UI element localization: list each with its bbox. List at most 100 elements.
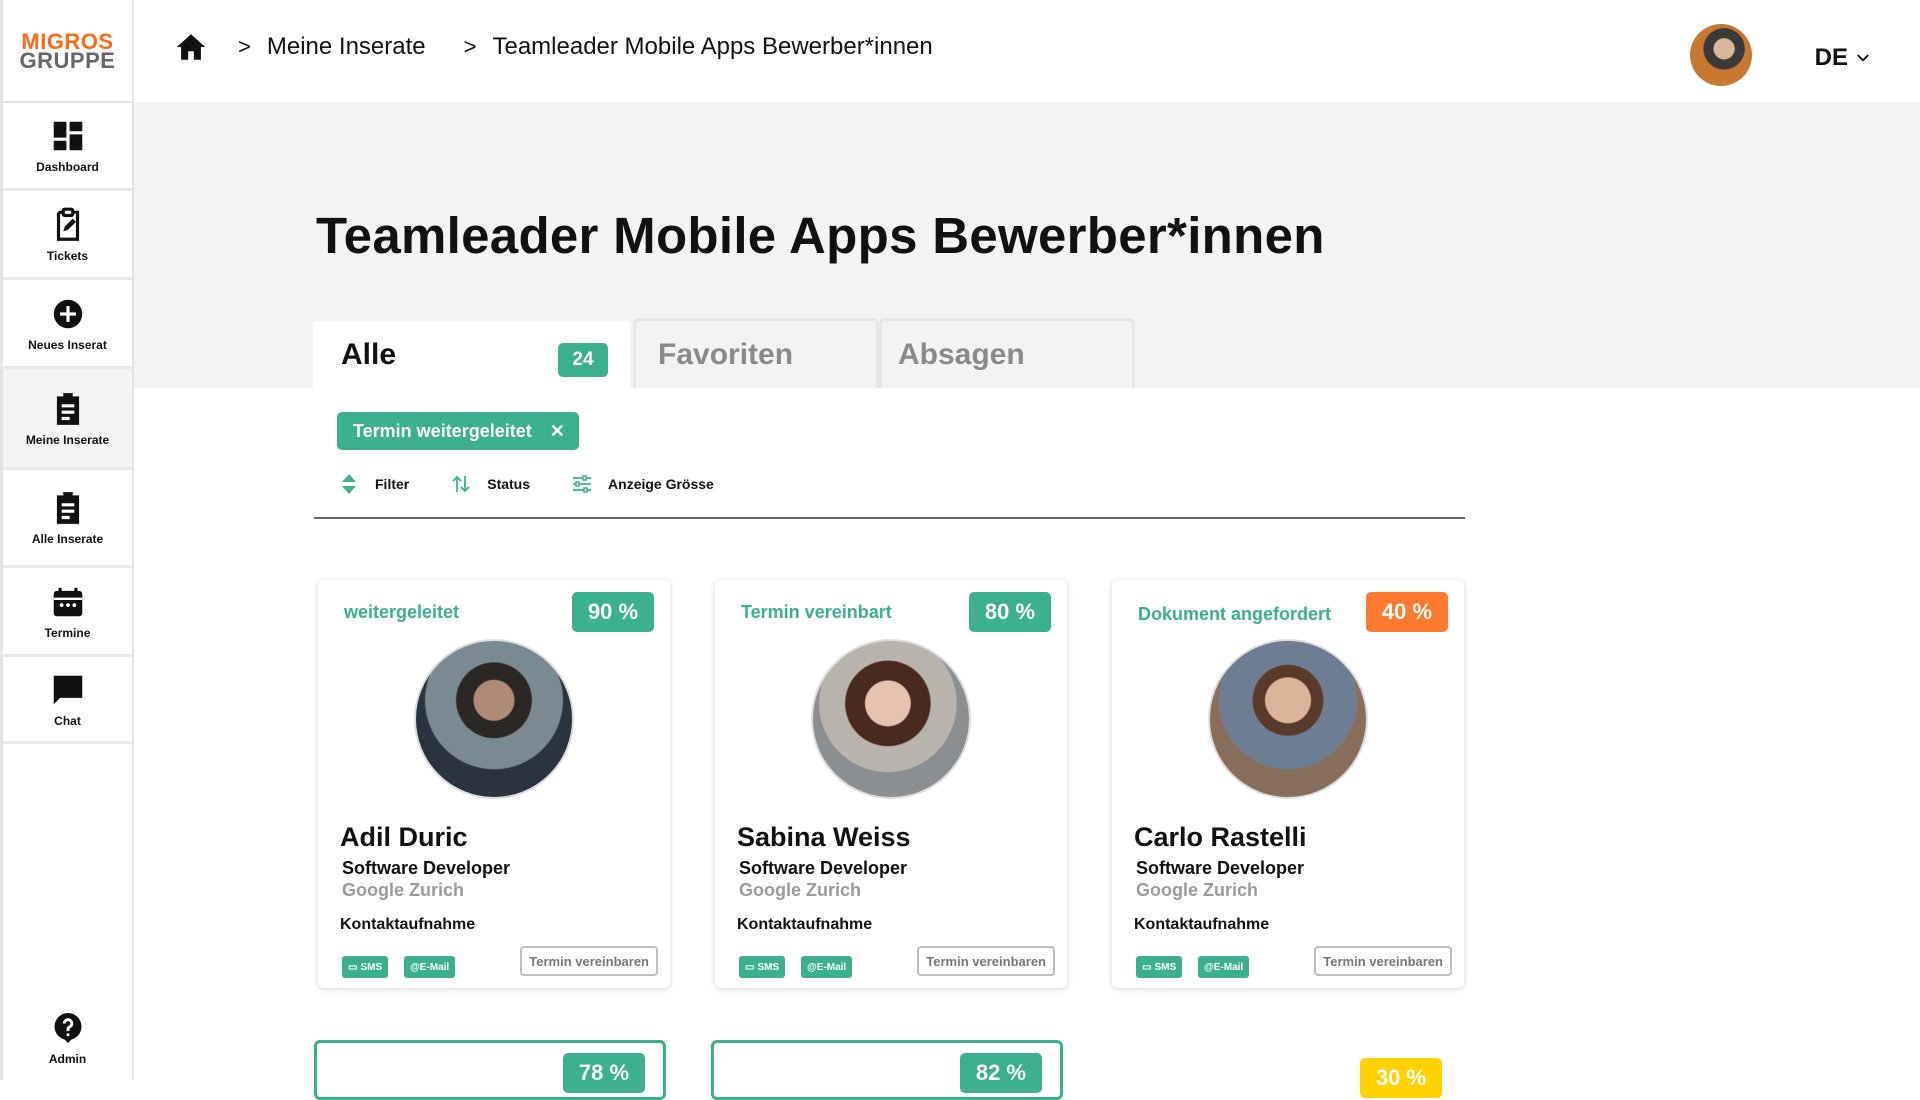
candidate-role: Software Developer: [739, 858, 908, 878]
chat-icon: [53, 675, 82, 704]
status-label: Status: [487, 476, 531, 492]
candidate-photo: [1208, 639, 1368, 799]
logo-line2: GRUPPE: [19, 47, 116, 73]
clipboard-list-icon: [56, 392, 79, 425]
message-icon: ▭: [348, 961, 358, 973]
sidebar-item-tickets[interactable]: Tickets: [3, 191, 132, 280]
candidate-status: Termin vereinbart: [741, 602, 892, 622]
candidate-card[interactable]: weitergeleitet 90 % Adil Duric Software …: [318, 580, 670, 988]
chip-label: Termin weitergeleitet: [353, 420, 532, 441]
tab-label: Absagen: [898, 337, 1025, 371]
match-score-badge: 82 %: [960, 1053, 1042, 1093]
chevron-down-icon: [1857, 54, 1869, 62]
status-button[interactable]: Status: [449, 472, 530, 496]
breadcrumb: > Meine Inserate > Teamleader Mobile App…: [174, 30, 933, 64]
breadcrumb-current: Teamleader Mobile Apps Bewerber*innen: [492, 33, 933, 60]
user-avatar[interactable]: [1690, 24, 1752, 86]
tab-favoriten[interactable]: Favoriten: [633, 318, 879, 388]
active-filter-chip: Termin weitergeleitet ✕: [337, 412, 579, 450]
chevron-right-icon: >: [238, 34, 251, 59]
email-button[interactable]: @E-Mail: [404, 956, 456, 978]
message-icon: ▭: [1142, 961, 1152, 973]
sms-label: SMS: [360, 961, 383, 973]
home-icon[interactable]: [174, 30, 208, 64]
email-button[interactable]: @E-Mail: [801, 956, 853, 978]
tune-icon: [573, 475, 592, 493]
schedule-appointment-button[interactable]: Termin vereinbaren: [520, 946, 658, 976]
sms-label: SMS: [757, 961, 780, 973]
candidate-card[interactable]: Termin vereinbart 80 % Sabina Weiss Soft…: [715, 580, 1067, 988]
candidate-company: Google Zurich: [342, 880, 465, 900]
sidebar-item-label: Meine Inserate: [25, 432, 110, 447]
migros-logo[interactable]: MIGROS GRUPPE: [3, 0, 132, 103]
match-score-badge: 40 %: [1366, 592, 1448, 632]
sms-button[interactable]: ▭ SMS: [739, 956, 786, 978]
match-score-badge: 30 %: [1360, 1058, 1442, 1098]
clipboard-list-icon: [56, 492, 79, 524]
sidebar-item-meine-inserate[interactable]: Meine Inserate: [3, 369, 132, 470]
swap-vertical-icon: [452, 475, 470, 493]
top-header: > Meine Inserate > Teamleader Mobile App…: [134, 0, 1920, 102]
sidebar-item-label: Chat: [54, 713, 81, 728]
candidate-name: Adil Duric: [340, 822, 468, 852]
match-score-badge: 80 %: [969, 592, 1051, 632]
sms-button[interactable]: ▭ SMS: [342, 956, 389, 978]
help-circle-icon: [54, 1013, 81, 1043]
match-score-badge: 78 %: [563, 1053, 645, 1093]
filter-label: Filter: [375, 476, 410, 492]
count-badge: 24: [558, 343, 608, 377]
filter-button[interactable]: Filter: [337, 472, 409, 496]
candidate-card[interactable]: 78 %: [314, 1040, 666, 1100]
sms-button[interactable]: ▭ SMS: [1136, 956, 1183, 978]
sms-label: SMS: [1154, 961, 1177, 973]
candidate-photo: [811, 639, 971, 799]
clipboard-edit-icon: [56, 207, 79, 241]
candidate-card[interactable]: 30 %: [1108, 1040, 1460, 1100]
sort-arrows-icon: [342, 474, 356, 494]
candidate-company: Google Zurich: [1136, 880, 1259, 900]
sidebar-item-label: Tickets: [46, 248, 89, 263]
schedule-appointment-button[interactable]: Termin vereinbaren: [1314, 946, 1452, 976]
sidebar-item-dashboard[interactable]: Dashboard: [3, 103, 132, 191]
contact-heading: Kontaktaufnahme: [340, 916, 476, 933]
sidebar-item-admin[interactable]: Admin: [3, 1010, 132, 1066]
tab-label: Favoriten: [658, 337, 794, 371]
sidebar-item-label: Termine: [44, 625, 91, 640]
tab-absagen[interactable]: Absagen: [879, 318, 1135, 388]
contact-heading: Kontaktaufnahme: [1134, 916, 1270, 933]
chevron-right-icon: >: [463, 34, 477, 59]
language-label: DE: [1814, 44, 1848, 71]
sidebar: MIGROS GRUPPE Dashboard Tickets Neues In…: [0, 0, 134, 1080]
candidate-role: Software Developer: [1136, 858, 1305, 878]
display-size-label: Anzeige Grösse: [608, 476, 714, 492]
sidebar-item-neues-inserat[interactable]: Neues Inserat: [3, 280, 132, 369]
email-button[interactable]: @E-Mail: [1198, 956, 1250, 978]
sidebar-item-termine[interactable]: Termine: [3, 568, 132, 657]
calendar-icon: [53, 587, 82, 616]
sidebar-item-chat[interactable]: Chat: [3, 657, 132, 744]
page-title: Teamleader Mobile Apps Bewerber*innen: [316, 207, 1325, 264]
candidate-name: Carlo Rastelli: [1134, 822, 1307, 852]
tab-alle[interactable]: Alle 24: [310, 318, 633, 388]
schedule-appointment-button[interactable]: Termin vereinbaren: [917, 946, 1055, 976]
divider: [314, 517, 1465, 519]
close-icon[interactable]: ✕: [550, 421, 565, 442]
candidate-status: Dokument angefordert: [1138, 604, 1332, 624]
display-size-button[interactable]: Anzeige Grösse: [570, 472, 714, 496]
candidate-company: Google Zurich: [739, 880, 862, 900]
sidebar-item-alle-inserate[interactable]: Alle Inserate: [3, 470, 132, 568]
list-toolbar: Filter Status Anzeige Grösse: [337, 472, 754, 496]
plus-circle-icon: [53, 299, 82, 328]
candidate-role: Software Developer: [342, 858, 511, 878]
candidate-card[interactable]: 82 %: [711, 1040, 1063, 1100]
candidate-photo: [414, 639, 574, 799]
breadcrumb-meine-inserate[interactable]: Meine Inserate: [267, 33, 426, 61]
language-selector[interactable]: DE: [1815, 44, 1872, 72]
match-score-badge: 90 %: [572, 592, 654, 632]
candidate-name: Sabina Weiss: [737, 822, 911, 852]
sidebar-item-label: Alle Inserate: [31, 532, 104, 546]
message-icon: ▭: [745, 961, 755, 973]
sidebar-item-label: Neues Inserat: [28, 337, 107, 352]
candidate-card[interactable]: Dokument angefordert 40 % Carlo Rastelli…: [1112, 580, 1464, 988]
admin-label: Admin: [48, 1052, 87, 1066]
